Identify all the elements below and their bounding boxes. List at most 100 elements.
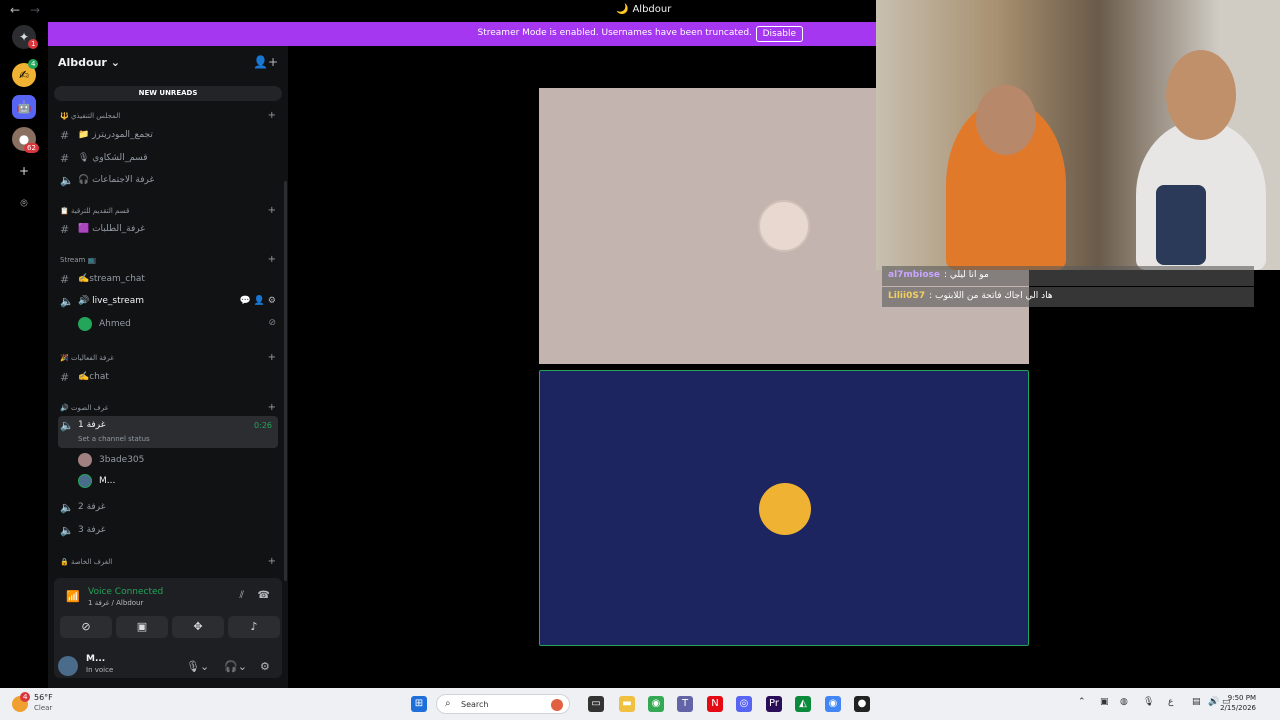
forward-arrow-icon[interactable]: → <box>30 3 40 17</box>
channel-live-stream[interactable]: 🔈 🔊 live_stream 💬 👤 ⚙ <box>58 292 278 312</box>
avatar <box>78 453 92 467</box>
home-badge: 1 <box>28 39 39 49</box>
new-unreads-pill[interactable]: NEW UNREADS <box>54 86 282 101</box>
deafened-icon: ⊘ <box>268 318 276 328</box>
user-panel: M... In voice 🎙⌄ 🎧⌄ ⚙ <box>54 648 282 680</box>
tray-network-icon[interactable]: ◍ <box>1120 697 1128 707</box>
avatar <box>758 200 810 252</box>
channel-room-2[interactable]: 🔈 غرفة 2 <box>58 498 278 518</box>
participant-tile-2[interactable] <box>539 370 1029 646</box>
hash-icon: # <box>60 273 70 286</box>
premiere-icon[interactable]: Pr <box>766 696 782 712</box>
category-voice[interactable]: 🔊 غرف الصوت <box>60 404 108 412</box>
task-view-icon[interactable]: ▭ <box>588 696 604 712</box>
headphones-icon[interactable]: 🎧⌄ <box>224 660 247 673</box>
add-channel-icon[interactable]: + <box>268 352 276 363</box>
channel-moderators[interactable]: # 📁 تجمع_المودريترز <box>58 126 278 146</box>
add-channel-icon[interactable]: + <box>268 402 276 413</box>
category-stream[interactable]: Stream 📺 <box>60 256 96 264</box>
disconnect-icon[interactable]: ☎ <box>258 590 270 601</box>
overlay-chat-message: Lilii0S7: هاد الي اجاك فاتحة من اللابتوب <box>882 287 1254 307</box>
category-private[interactable]: 🔒 الغرف الخاصة <box>60 558 112 566</box>
wifi-icon[interactable]: ▤ <box>1192 697 1201 707</box>
voice-timer: 0:26 <box>254 421 272 430</box>
clock[interactable]: 9:50 PM 2/15/2026 <box>1220 693 1256 713</box>
disable-button[interactable]: Disable <box>755 26 803 42</box>
file-explorer-icon[interactable]: ▬ <box>619 696 635 712</box>
member-3bade305[interactable]: 3bade305 <box>78 452 278 470</box>
member-m[interactable]: M... <box>78 473 278 491</box>
microphone-icon[interactable]: 🎙⌄ <box>186 660 209 673</box>
weather-badge: 4 <box>20 692 31 702</box>
channel-status[interactable]: Set a channel status <box>78 435 150 443</box>
soundboard-icon[interactable]: ♪ <box>228 616 280 638</box>
user-name[interactable]: M... <box>86 654 105 664</box>
channel-room-1[interactable]: 🔈 غرفة 1 Set a channel status 0:26 <box>58 416 278 448</box>
chrome-profile-icon[interactable]: ◉ <box>825 696 841 712</box>
member-ahmed[interactable]: Ahmed ⊘ <box>78 316 278 334</box>
hash-icon: # <box>60 371 70 384</box>
search-box[interactable]: ⌕ Search <box>436 694 570 714</box>
channel-requests[interactable]: # 🟪 غرفة_الطلبات <box>58 220 278 240</box>
language-indicator[interactable]: ع <box>1168 697 1173 707</box>
activities-icon[interactable]: ✥ <box>172 616 224 638</box>
channel-stream-chat[interactable]: # ✍️stream_chat <box>58 270 278 290</box>
overlay-chat-message: al7mbiose: مو انا ليلي <box>882 266 1254 286</box>
server-1-icon[interactable]: ✍ 4 <box>12 59 39 87</box>
server-2-icon[interactable]: 🤖 <box>12 95 36 119</box>
add-channel-icon[interactable]: + <box>268 110 276 121</box>
camera-off-icon[interactable]: ⊘ <box>60 616 112 638</box>
screen-share-icon[interactable]: ▣ <box>116 616 168 638</box>
app-green-icon[interactable]: ◭ <box>795 696 811 712</box>
discord-app: ← → 🌙 Albdour Streamer Mode is enabled. U… <box>0 0 1280 720</box>
invite-icon[interactable]: 👤+ <box>253 55 278 69</box>
netflix-icon[interactable]: N <box>707 696 723 712</box>
channel-meetings[interactable]: 🔈 🎧 غرفة الاجتماعات <box>58 171 278 191</box>
channel-chat[interactable]: # ✍️chat <box>58 368 278 388</box>
category-events[interactable]: 🎉 غرفة الفعاليات <box>60 354 114 362</box>
speaker-icon: 🔈 <box>60 295 74 308</box>
search-icon: ⌕ <box>445 698 451 709</box>
teams-icon[interactable]: T <box>677 696 693 712</box>
start-icon[interactable]: ⊞ <box>411 696 427 712</box>
volume-icon[interactable]: 🔊 <box>1208 697 1219 707</box>
server-3-icon[interactable]: ● 62 <box>12 127 39 153</box>
channel-room-3[interactable]: 🔈 غرفة 3 <box>58 521 278 541</box>
voice-status[interactable]: Voice Connected <box>88 587 163 597</box>
add-channel-icon[interactable]: + <box>268 556 276 567</box>
sidebar-scrollbar[interactable] <box>284 181 287 581</box>
back-arrow-icon[interactable]: ← <box>10 3 20 17</box>
banner-text: Streamer Mode is enabled. Usernames have… <box>477 28 753 38</box>
add-channel-icon[interactable]: + <box>268 254 276 265</box>
tray-chevron-icon[interactable]: ⌃ <box>1078 697 1086 707</box>
chrome-icon[interactable]: ◉ <box>648 696 664 712</box>
avatar <box>78 474 92 488</box>
noise-suppression-icon[interactable]: ⫽ <box>240 590 244 601</box>
moon-icon: 🌙 <box>616 4 629 15</box>
guild-header[interactable]: Albdour ⌄ 👤+ <box>48 46 288 80</box>
title-bar: ← → 🌙 Albdour <box>0 0 876 21</box>
tray-app-icon[interactable]: ▣ <box>1100 697 1109 707</box>
discord-home-icon[interactable]: ✦ 1 <box>12 25 39 49</box>
category-executive[interactable]: 🔱 المجلس التنفيذي <box>60 112 120 120</box>
category-applications[interactable]: 📋 قسم التقديم للترقية <box>60 207 129 215</box>
signal-icon: 📶 <box>66 590 80 603</box>
channel-settings-icon[interactable]: 💬 👤 ⚙ <box>240 296 276 306</box>
guild-name: Albdour ⌄ <box>58 56 120 69</box>
weather-temp[interactable]: 56°F <box>34 693 53 702</box>
tray-mic-icon[interactable]: 🎙 <box>1143 697 1154 707</box>
user-avatar[interactable] <box>58 656 78 676</box>
voice-channel[interactable]: غرفة 1 / Albdour <box>88 599 143 607</box>
person-right-head <box>1166 50 1236 140</box>
streamer-mode-banner: Streamer Mode is enabled. Usernames have… <box>48 22 876 46</box>
add-server-icon[interactable]: + <box>12 159 36 183</box>
speaker-icon: 🔈 <box>60 419 74 432</box>
discord-taskbar-icon[interactable]: ◎ <box>736 696 752 712</box>
add-channel-icon[interactable]: + <box>268 205 276 216</box>
settings-gear-icon[interactable]: ⚙ <box>260 660 270 673</box>
channel-complaints[interactable]: # 🎙 قسم_الشكاوي <box>58 149 278 169</box>
microphone-object <box>1156 185 1206 265</box>
obs-icon[interactable]: ● <box>854 696 870 712</box>
person-left-head <box>976 85 1036 155</box>
explore-icon[interactable]: ⌾ <box>12 191 36 215</box>
